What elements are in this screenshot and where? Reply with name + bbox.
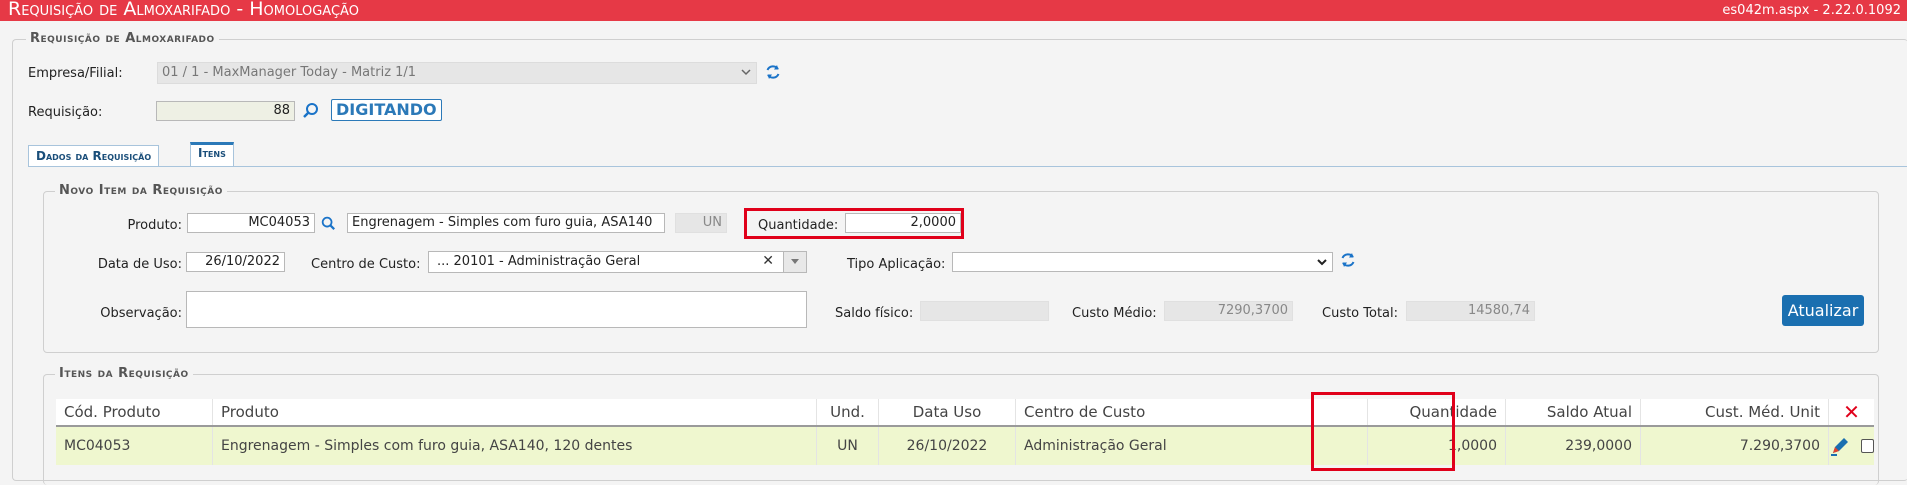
tipo-aplicacao-select[interactable] [952, 252, 1333, 272]
cell-codigo: MC04053 [64, 438, 131, 454]
data-uso-label: Data de Uso: [97, 257, 182, 272]
cell-custo-medio: 7.290,3700 [1640, 427, 1828, 465]
centro-custo-label: Centro de Custo: [311, 257, 421, 272]
status-badge: DIGITANDO [331, 99, 442, 121]
cell-actions [1828, 427, 1874, 465]
observacao-label: Observação: [100, 306, 182, 321]
col-data-uso[interactable]: Data Uso [878, 399, 1015, 425]
produto-desc-input[interactable]: Engrenagem - Simples com furo guia, ASA1… [347, 213, 665, 233]
requisicao-legend: Requisição de Almoxarifado [26, 31, 219, 46]
empresa-label: Empresa/Filial: [28, 66, 123, 81]
quantidade-input[interactable]: 2,0000 [845, 213, 961, 233]
col-centro-custo[interactable]: Centro de Custo [1015, 399, 1367, 425]
custo-total-label: Custo Total: [1322, 306, 1399, 321]
edit-icon[interactable] [1829, 435, 1851, 457]
tipo-aplicacao-label: Tipo Aplicação: [847, 257, 946, 272]
col-edit: ✕ [1828, 399, 1874, 425]
cell-centro: Administração Geral [1015, 427, 1367, 465]
refresh-icon[interactable] [762, 61, 784, 83]
col-cod-produto[interactable]: Cód. Produto [56, 399, 212, 425]
title-bar: Requisição de Almoxarifado - Homologação… [0, 0, 1907, 21]
quantidade-label: Quantidade: [758, 218, 839, 233]
cell-quantidade: 1,0000 [1367, 427, 1505, 465]
custo-total-field: 14580,74 [1406, 301, 1535, 321]
centro-custo-select[interactable]: ... 20101 - Administração Geral ✕ [428, 251, 807, 273]
col-quantidade[interactable]: Quantidade [1367, 399, 1505, 425]
cell-produto: Engrenagem - Simples com furo guia, ASA1… [212, 427, 816, 465]
delete-icon[interactable]: ✕ [1843, 400, 1860, 424]
cell-data-uso: 26/10/2022 [878, 427, 1015, 465]
custo-medio-field: 7290,3700 [1164, 301, 1293, 321]
clear-icon[interactable]: ✕ [762, 253, 774, 269]
cell-saldo-atual: 239,0000 [1505, 427, 1640, 465]
col-und[interactable]: Und. [816, 399, 878, 425]
centro-custo-value: ... 20101 - Administração Geral [437, 254, 641, 269]
col-produto[interactable]: Produto [212, 399, 816, 425]
saldo-fisico-field [920, 301, 1049, 321]
tipo-aplicacao-refresh-icon[interactable] [1337, 249, 1359, 271]
requisicao-input[interactable]: 88 [156, 101, 295, 121]
page-title: Requisição de Almoxarifado - Homologação [8, 0, 359, 20]
custo-medio-label: Custo Médio: [1072, 306, 1157, 321]
itens-table-header: Cód. Produto Produto Und. Data Uso Centr… [56, 399, 1874, 427]
produto-search-icon[interactable] [318, 213, 338, 233]
col-cust-med-unit[interactable]: Cust. Méd. Unit [1640, 399, 1828, 425]
table-row[interactable]: MC04053 Engrenagem - Simples com furo gu… [56, 427, 1874, 465]
atualizar-button[interactable]: Atualizar [1782, 295, 1864, 326]
chevron-down-icon [1316, 254, 1328, 271]
saldo-fisico-label: Saldo físico: [835, 306, 914, 321]
requisicao-label: Requisição: [28, 105, 103, 120]
novo-item-legend: Novo Item da Requisição [55, 183, 227, 198]
tab-itens[interactable]: Itens [190, 142, 234, 167]
empresa-select[interactable]: 01 / 1 - MaxManager Today - Matriz 1/1 [157, 62, 757, 84]
version-label: es042m.aspx - 2.22.0.1092 [1722, 3, 1901, 18]
empresa-value: 01 / 1 - MaxManager Today - Matriz 1/1 [162, 65, 417, 80]
chevron-down-icon [740, 64, 752, 83]
data-uso-input[interactable]: 26/10/2022 [186, 252, 285, 272]
col-saldo-atual[interactable]: Saldo Atual [1505, 399, 1640, 425]
produto-code-input[interactable]: MC04053 [187, 213, 315, 233]
produto-label: Produto: [127, 218, 182, 233]
search-icon[interactable] [300, 100, 322, 122]
tab-dados-requisicao[interactable]: Dados da Requisição [28, 145, 160, 167]
observacao-textarea[interactable] [186, 291, 807, 328]
unidade-field: UN [675, 213, 727, 233]
itens-legend: Itens da Requisição [55, 366, 193, 381]
cell-und: UN [816, 427, 878, 465]
row-checkbox[interactable] [1861, 439, 1874, 453]
centro-custo-dropdown[interactable] [783, 252, 806, 272]
